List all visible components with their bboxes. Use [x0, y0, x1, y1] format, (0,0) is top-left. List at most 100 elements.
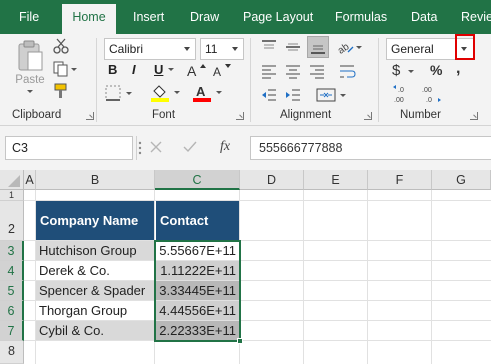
copy-icon	[53, 61, 68, 77]
font-color-dropdown-icon[interactable]	[216, 91, 222, 94]
column-header-f[interactable]: F	[368, 170, 432, 190]
align-left-icon	[262, 65, 276, 79]
column-header-d[interactable]: D	[240, 170, 304, 190]
align-right-button[interactable]	[308, 62, 326, 80]
cut-button[interactable]	[52, 37, 70, 55]
company-cell[interactable]: Derek & Co.	[36, 261, 154, 280]
decrease-decimal-button[interactable]: .00 .0	[420, 84, 442, 104]
currency-dropdown-icon[interactable]	[408, 70, 414, 73]
borders-icon	[105, 85, 121, 101]
font-group-label: Font	[152, 109, 176, 121]
orientation-dropdown-icon[interactable]	[356, 46, 362, 49]
percent-button[interactable]: %	[430, 62, 446, 80]
wrap-text-button[interactable]	[338, 62, 358, 80]
row-header-8[interactable]: 8	[0, 341, 24, 364]
svg-text:A: A	[213, 65, 221, 79]
enter-button[interactable]	[183, 141, 197, 153]
company-cell[interactable]: Hutchison Group	[36, 241, 154, 260]
alignment-launcher-icon[interactable]	[364, 112, 372, 120]
font-name-combo[interactable]: Calibri	[104, 38, 196, 60]
underline-dropdown-icon[interactable]	[168, 68, 174, 71]
row-header-5[interactable]: 5	[0, 281, 24, 301]
middle-align-button[interactable]	[284, 38, 302, 56]
ribbon: Paste Clipboard Calibri 11 B I U A A A F…	[0, 34, 491, 126]
orientation-button[interactable]: ab	[336, 38, 362, 57]
chevron-down-icon[interactable]	[179, 39, 195, 59]
merge-center-button[interactable]	[316, 86, 348, 104]
row-header-6[interactable]: 6	[0, 301, 24, 321]
increase-indent-button[interactable]	[284, 86, 302, 104]
borders-dropdown-icon[interactable]	[126, 92, 132, 95]
number-format-value: General	[391, 42, 434, 56]
align-left-button[interactable]	[260, 62, 278, 80]
tab-page-layout[interactable]: Page Layout	[243, 0, 313, 34]
tab-file[interactable]: File	[19, 0, 39, 34]
tab-insert[interactable]: Insert	[133, 0, 164, 34]
tab-formulas[interactable]: Formulas	[335, 0, 387, 34]
company-cell[interactable]: Thorgan Group	[36, 301, 154, 320]
comma-style-button[interactable]: ,	[456, 60, 468, 78]
align-center-button[interactable]	[284, 62, 302, 80]
fill-color-dropdown-icon[interactable]	[174, 91, 180, 94]
copy-button[interactable]	[52, 60, 78, 78]
tab-data[interactable]: Data	[411, 0, 437, 34]
row-header-2[interactable]: 2	[0, 201, 24, 241]
clipboard-group-label: Clipboard	[12, 109, 62, 121]
selection-range	[154, 240, 241, 342]
spreadsheet-grid[interactable]: A B C D E F G 1 2 3 4 5 6 7 8 Company Na…	[0, 170, 491, 364]
name-box[interactable]: C3	[5, 136, 133, 160]
font-color-button[interactable]: A	[192, 82, 224, 102]
gridline	[367, 190, 368, 364]
formula-bar: C3 fx 555666777888	[0, 126, 491, 170]
row-header-4[interactable]: 4	[0, 261, 24, 281]
formula-input[interactable]: 555666777888	[250, 136, 491, 160]
decrease-indent-button[interactable]	[260, 86, 278, 104]
insert-function-button[interactable]: fx	[220, 139, 238, 155]
svg-text:A: A	[187, 63, 197, 79]
row-header-3[interactable]: 3	[0, 241, 24, 261]
underline-button[interactable]: U	[154, 62, 163, 77]
tab-review[interactable]: Revie	[461, 0, 491, 34]
select-all-icon	[8, 175, 20, 187]
bold-button[interactable]: B	[108, 62, 117, 77]
column-header-g[interactable]: G	[432, 170, 491, 190]
font-shrink-button[interactable]: A	[212, 60, 232, 80]
paste-icon	[18, 40, 43, 71]
table-header-company-name[interactable]: Company Name	[36, 201, 154, 240]
table-header-contact[interactable]: Contact	[156, 201, 239, 240]
row-header-1[interactable]: 1	[0, 190, 24, 201]
clipboard-launcher-icon[interactable]	[86, 112, 94, 120]
italic-button[interactable]: I	[132, 62, 136, 77]
number-launcher-icon[interactable]	[470, 112, 478, 120]
top-align-button[interactable]	[260, 38, 278, 56]
row-header-7[interactable]: 7	[0, 321, 24, 341]
format-painter-button[interactable]	[52, 82, 70, 100]
column-header-e[interactable]: E	[304, 170, 368, 190]
font-size-combo[interactable]: 11	[200, 38, 244, 60]
font-grow-button[interactable]: A	[186, 60, 206, 80]
bottom-align-button[interactable]	[307, 36, 329, 58]
select-all-button[interactable]	[0, 170, 24, 190]
font-launcher-icon[interactable]	[236, 112, 244, 120]
company-cell[interactable]: Spencer & Spader	[36, 281, 154, 300]
align-top-icon	[262, 40, 276, 49]
chevron-down-icon[interactable]	[227, 39, 243, 59]
close-icon	[150, 141, 162, 153]
paste-dropdown-icon	[27, 90, 33, 93]
more-options-icon[interactable]	[138, 141, 142, 158]
align-center-icon	[286, 65, 300, 79]
borders-button[interactable]	[104, 84, 136, 102]
cancel-button[interactable]	[150, 141, 162, 153]
column-header-c[interactable]: C	[155, 170, 240, 190]
paste-button[interactable]: Paste	[14, 38, 46, 93]
fill-handle[interactable]	[237, 338, 243, 344]
tab-draw[interactable]: Draw	[190, 0, 219, 34]
column-header-a[interactable]: A	[24, 170, 36, 190]
tab-home[interactable]: Home	[62, 4, 116, 34]
company-cell[interactable]: Cybil & Co.	[36, 321, 154, 340]
column-header-b[interactable]: B	[36, 170, 155, 190]
fill-color-button[interactable]	[150, 82, 182, 102]
merge-dropdown-icon[interactable]	[340, 94, 346, 97]
currency-button[interactable]: $	[392, 62, 420, 80]
increase-decimal-button[interactable]: .0 .00	[392, 84, 414, 104]
